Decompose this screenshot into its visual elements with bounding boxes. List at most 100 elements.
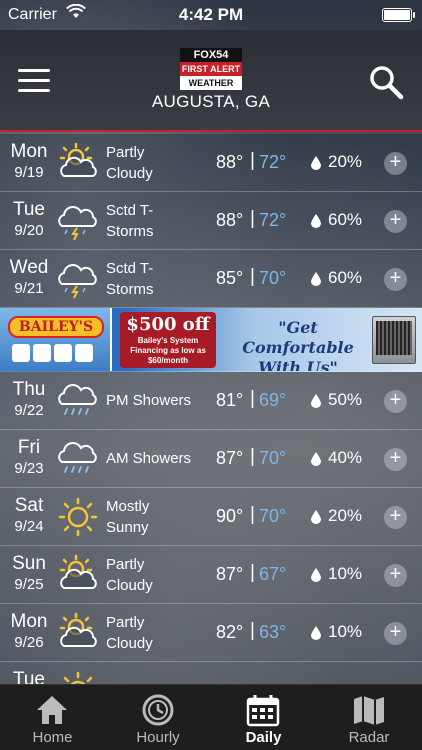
search-icon[interactable] xyxy=(368,64,404,100)
expand-day-button[interactable]: + xyxy=(384,210,407,233)
day-label: Tue 9/20 xyxy=(0,199,58,241)
forecast-row[interactable]: Sun 9/25 Partly Cloudy 87° | 67° 10% + xyxy=(0,546,422,604)
expand-day-button[interactable]: + xyxy=(384,564,407,587)
forecast-row[interactable]: Fri 9/23 AM Showers 87° | 70° 40% + xyxy=(0,430,422,488)
partly-cloudy-icon xyxy=(56,554,100,596)
day-date: 9/23 xyxy=(14,460,44,477)
day-date: 9/24 xyxy=(14,518,44,535)
low-temp: 72° xyxy=(259,210,287,230)
day-label: Sat 9/24 xyxy=(0,495,58,537)
expand-day-button[interactable]: + xyxy=(384,622,407,645)
condition-line-1: Partly xyxy=(106,614,145,631)
expand-day-button[interactable]: + xyxy=(384,506,407,529)
tab-daily[interactable]: Daily xyxy=(211,685,316,750)
day-label: Wed 9/21 xyxy=(0,257,58,299)
day-date: 9/25 xyxy=(14,576,44,593)
precip-chance: 60% xyxy=(328,210,363,229)
tab-radar[interactable]: Radar xyxy=(317,685,422,750)
low-temp: 72° xyxy=(259,152,287,172)
home-icon xyxy=(34,693,70,727)
day-date: 9/22 xyxy=(14,402,44,419)
condition-line-2: Storms xyxy=(106,281,154,298)
condition-text: AM Showers xyxy=(106,448,206,469)
raindrop-icon xyxy=(311,394,321,408)
condition-text: Sctd T- Storms xyxy=(106,258,206,300)
clock-icon xyxy=(140,693,176,727)
condition-line-1: Partly xyxy=(106,556,145,573)
precip-chance: 10% xyxy=(328,622,363,641)
day-date: 9/19 xyxy=(14,164,44,181)
high-temp: 88° xyxy=(216,152,244,172)
temp-divider: | xyxy=(250,388,255,409)
temp-divider: | xyxy=(250,208,255,229)
forecast-row[interactable]: Wed 9/21 Sctd T- Storms 85° | 70° 60% + xyxy=(0,250,422,308)
condition-line-2: Cloudy xyxy=(106,577,153,594)
showers-icon xyxy=(56,380,100,422)
day-label: Mon 9/26 xyxy=(0,611,58,653)
tab-label: Daily xyxy=(245,729,282,746)
low-temp: 63° xyxy=(259,622,287,642)
condition-line-2: Sunny xyxy=(106,519,149,536)
temp-divider: | xyxy=(250,620,255,641)
expand-day-button[interactable]: + xyxy=(384,390,407,413)
high-temp: 85° xyxy=(216,268,244,288)
raindrop-icon xyxy=(311,626,321,640)
day-name: Fri xyxy=(17,437,41,458)
forecast-row[interactable]: Mon 9/26 Partly Cloudy 82° | 63° 10% + xyxy=(0,604,422,662)
ad-deal-amount: $500 off xyxy=(126,314,210,335)
condition-text: PM Showers xyxy=(106,390,206,411)
high-temp: 87° xyxy=(216,448,244,468)
day-label: Thu 9/22 xyxy=(0,379,58,421)
ad-deal-line-1: Bailey's System xyxy=(137,336,199,345)
condition-line-1: AM Showers xyxy=(106,450,192,467)
condition-line-1: Sctd T- xyxy=(106,202,154,219)
day-name: Mon xyxy=(10,611,48,632)
ad-deal: $500 off Bailey's System Financing as low … xyxy=(120,312,216,368)
forecast-row[interactable]: Mon 9/19 Partly Cloudy 88° | 72° 20% + xyxy=(0,134,422,192)
day-name: Tue xyxy=(12,199,46,220)
day-label: Sun 9/25 xyxy=(0,553,58,595)
expand-day-button[interactable]: + xyxy=(384,268,407,291)
day-name: Sun xyxy=(12,553,46,574)
logo-line-1: FOX54 xyxy=(180,48,242,62)
condition-text: Partly Cloudy xyxy=(106,554,206,596)
station-logo: FOX54 FIRST ALERT WEATHER xyxy=(180,48,242,90)
battery-icon xyxy=(382,8,415,22)
day-name: Thu xyxy=(12,379,46,400)
tab-hourly[interactable]: Hourly xyxy=(106,685,211,750)
condition-line-2: Cloudy xyxy=(106,635,153,652)
ad-deal-line-2: Financing as low as xyxy=(130,346,206,355)
ad-tagline: "Get Comfortable With Us" xyxy=(242,318,354,372)
forecast-row[interactable]: Sat 9/24 Mostly Sunny 90° | 70° 20% + xyxy=(0,488,422,546)
forecast-row[interactable]: Tue 9/20 Sctd T- Storms 88° | 72° 60% + xyxy=(0,192,422,250)
temp-divider: | xyxy=(250,446,255,467)
partly-cloudy-icon xyxy=(56,612,100,654)
ad-banner[interactable]: BAILEY'S $500 off Bailey's System Financing… xyxy=(0,308,422,372)
condition-text: Partly Cloudy xyxy=(106,142,206,184)
high-temp: 82° xyxy=(216,622,244,642)
expand-day-button[interactable]: + xyxy=(384,152,407,175)
forecast-row[interactable]: Thu 9/22 PM Showers 81° | 69° 50% + xyxy=(0,372,422,430)
day-name: Wed xyxy=(9,257,49,278)
menu-button[interactable] xyxy=(18,69,50,93)
temp-divider: | xyxy=(250,150,255,171)
ad-brand-panel: BAILEY'S xyxy=(0,308,112,371)
logo-line-2: FIRST ALERT xyxy=(180,62,242,76)
high-temp: 90° xyxy=(216,506,244,526)
calendar-icon xyxy=(245,693,281,727)
precip-chance: 20% xyxy=(328,506,363,525)
thunderstorm-icon xyxy=(56,258,100,300)
day-date: 9/26 xyxy=(14,634,44,651)
condition-line-2: Storms xyxy=(106,223,154,240)
low-temp: 70° xyxy=(259,506,287,526)
day-label: Mon 9/19 xyxy=(0,141,58,183)
condition-line-1: Mostly xyxy=(106,498,150,515)
condition-text: Mostly Sunny xyxy=(106,496,206,538)
low-temp: 70° xyxy=(259,268,287,288)
expand-day-button[interactable]: + xyxy=(384,448,407,471)
condition-text: Partly Cloudy xyxy=(106,612,206,654)
tab-label: Hourly xyxy=(136,729,180,746)
partly-cloudy-icon xyxy=(56,142,100,184)
tab-home[interactable]: Home xyxy=(0,685,105,750)
app-header: FOX54 FIRST ALERT WEATHER AUGUSTA, GA xyxy=(0,30,422,132)
